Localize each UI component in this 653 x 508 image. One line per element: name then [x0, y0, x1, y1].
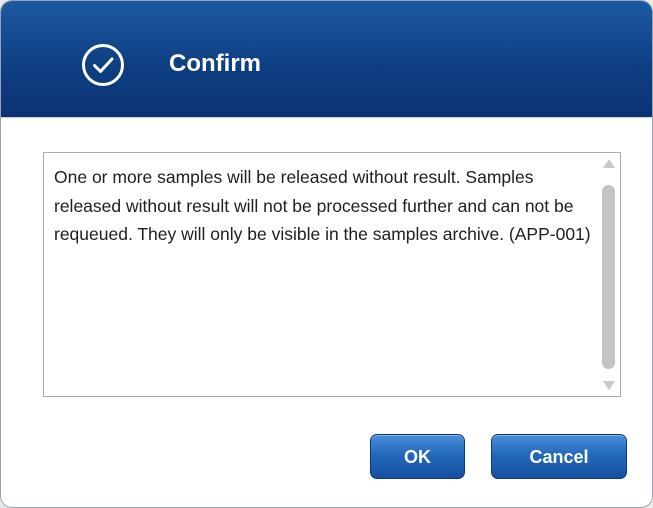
- ok-button[interactable]: OK: [370, 434, 465, 479]
- dialog-body: One or more samples will be released wit…: [1, 118, 652, 507]
- check-circle-icon: [82, 44, 124, 86]
- dialog-title: Confirm: [169, 50, 261, 77]
- scroll-thumb[interactable]: [602, 185, 615, 369]
- scroll-down-arrow-icon[interactable]: [603, 381, 615, 390]
- vertical-scrollbar[interactable]: [601, 157, 616, 392]
- message-box[interactable]: One or more samples will be released wit…: [43, 152, 621, 397]
- message-text: One or more samples will be released wit…: [54, 167, 591, 244]
- cancel-button[interactable]: Cancel: [491, 434, 627, 479]
- dialog-header: Confirm: [1, 1, 652, 118]
- confirm-dialog: Confirm One or more samples will be rele…: [0, 0, 653, 508]
- scroll-up-arrow-icon[interactable]: [603, 159, 615, 168]
